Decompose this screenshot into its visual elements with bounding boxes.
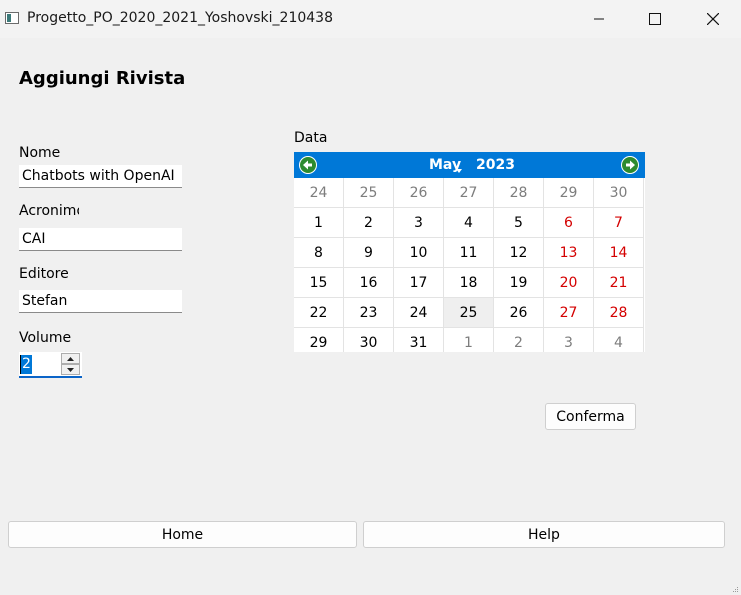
nome-label: Nome [19, 145, 61, 161]
next-month-button[interactable] [621, 156, 639, 174]
minimize-button[interactable] [576, 0, 622, 38]
calendar-day[interactable]: 3 [544, 328, 594, 352]
minimize-icon [594, 18, 604, 20]
month-dropdown-icon[interactable] [456, 169, 462, 173]
resize-grip-icon[interactable] [733, 587, 739, 593]
calendar-day[interactable]: 20 [544, 268, 594, 298]
calendar-day[interactable]: 24 [294, 178, 344, 208]
calendar-day[interactable]: 13 [544, 238, 594, 268]
calendar-day[interactable]: 14 [594, 238, 644, 268]
calendar-day[interactable]: 2 [494, 328, 544, 352]
spin-up-button[interactable] [61, 353, 80, 364]
calendar-day[interactable]: 1 [294, 208, 344, 238]
calendar-day[interactable]: 7 [594, 208, 644, 238]
calendar-day[interactable]: 9 [344, 238, 394, 268]
calendar-day[interactable]: 29 [294, 328, 344, 352]
calendar-day[interactable]: 19 [494, 268, 544, 298]
spin-arrows [61, 353, 80, 375]
calendar-week-row: 15 16 17 18 19 20 21 [294, 268, 645, 298]
calendar-day[interactable]: 22 [294, 298, 344, 328]
acronimo-label: Acronimo [19, 203, 79, 219]
calendar-day[interactable]: 17 [394, 268, 444, 298]
calendar-day[interactable]: 26 [494, 298, 544, 328]
home-button[interactable]: Home [8, 521, 357, 548]
volume-spinbox[interactable]: 2 [19, 352, 82, 378]
calendar-day[interactable]: 10 [394, 238, 444, 268]
nome-field[interactable]: Chatbots with OpenAI [19, 165, 182, 188]
window-title: Progetto_PO_2020_2021_Yoshovski_210438 [27, 10, 333, 26]
calendar-day[interactable]: 11 [444, 238, 494, 268]
calendar-day[interactable]: 28 [494, 178, 544, 208]
calendar-week-row: 24 25 26 27 28 29 30 [294, 178, 645, 208]
title-bar: Progetto_PO_2020_2021_Yoshovski_210438 [0, 0, 741, 38]
calendar-day[interactable]: 26 [394, 178, 444, 208]
close-icon [707, 13, 719, 25]
calendar-day[interactable]: 25 [444, 298, 494, 328]
arrow-up-icon [67, 356, 74, 361]
calendar-day[interactable]: 24 [394, 298, 444, 328]
arrow-right-icon [622, 157, 638, 173]
calendar-day[interactable]: 28 [594, 298, 644, 328]
calendar-day[interactable]: 4 [444, 208, 494, 238]
calendar-week-row: 29 30 31 1 2 3 4 [294, 328, 645, 352]
calendar-day[interactable]: 18 [444, 268, 494, 298]
editore-label: Editore [19, 266, 69, 282]
date-calendar[interactable]: May 2023 24 25 26 27 28 29 30 1 2 3 4 5 6 7 8 9 10 11 12 13… [294, 152, 645, 352]
confirm-button[interactable]: Conferma [545, 403, 636, 430]
volume-value[interactable]: 2 [21, 355, 32, 374]
calendar-day[interactable]: 5 [494, 208, 544, 238]
calendar-day[interactable]: 23 [344, 298, 394, 328]
calendar-day[interactable]: 27 [544, 298, 594, 328]
calendar-day[interactable]: 15 [294, 268, 344, 298]
calendar-day[interactable]: 16 [344, 268, 394, 298]
calendar-week-row: 1234567 [294, 208, 645, 238]
calendar-day[interactable]: 8 [294, 238, 344, 268]
maximize-icon [649, 13, 661, 25]
page-title: Aggiungi Rivista [19, 68, 186, 89]
maximize-button[interactable] [632, 0, 678, 38]
calendar-day[interactable]: 25 [344, 178, 394, 208]
close-button[interactable] [690, 0, 736, 38]
calendar-week-row: 22 23 24 25 26 27 28 [294, 298, 645, 328]
calendar-week-row: 8 9 10 11 12 13 14 [294, 238, 645, 268]
calendar-day[interactable]: 4 [594, 328, 644, 352]
calendar-day[interactable]: 30 [344, 328, 394, 352]
calendar-day[interactable]: 3 [394, 208, 444, 238]
arrow-down-icon [67, 367, 74, 372]
app-window-icon [5, 12, 19, 24]
spin-down-button[interactable] [61, 364, 80, 375]
calendar-day[interactable]: 12 [494, 238, 544, 268]
prev-month-button[interactable] [299, 156, 317, 174]
arrow-left-icon [300, 157, 316, 173]
calendar-day[interactable]: 21 [594, 268, 644, 298]
calendar-day[interactable]: 1 [444, 328, 494, 352]
calendar-day[interactable]: 29 [544, 178, 594, 208]
calendar-day[interactable]: 6 [544, 208, 594, 238]
calendar-day[interactable]: 2 [344, 208, 394, 238]
data-label: Data [294, 130, 328, 146]
calendar-day[interactable]: 31 [394, 328, 444, 352]
calendar-grid: 24 25 26 27 28 29 30 1 2 3 4 5 6 7 8 9 10 11 12 13 14 15 16 17 1… [294, 178, 645, 352]
text-cursor [20, 355, 21, 374]
calendar-day[interactable]: 30 [594, 178, 644, 208]
calendar-year[interactable]: 2023 [476, 157, 515, 173]
calendar-header: May 2023 [294, 152, 645, 178]
acronimo-field[interactable]: CAI [19, 228, 182, 251]
calendar-day[interactable]: 27 [444, 178, 494, 208]
editore-field[interactable]: Stefan [19, 290, 182, 313]
volume-label: Volume [19, 330, 72, 346]
help-button[interactable]: Help [363, 521, 725, 548]
